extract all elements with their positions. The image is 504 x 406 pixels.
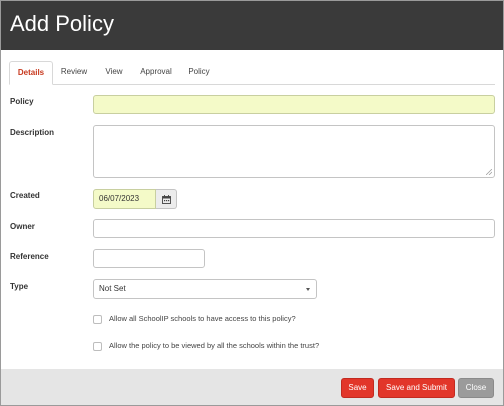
save-button[interactable]: Save <box>341 378 374 398</box>
save-and-submit-button[interactable]: Save and Submit <box>378 378 455 398</box>
tab-review[interactable]: Review <box>54 61 94 83</box>
resize-grip-icon[interactable] <box>486 169 492 175</box>
tab-view[interactable]: View <box>97 61 131 83</box>
policy-input[interactable] <box>93 95 495 114</box>
description-label: Description <box>10 128 55 137</box>
dialog-title: Add Policy <box>10 11 114 36</box>
owner-label: Owner <box>10 222 35 231</box>
reference-input[interactable] <box>93 249 205 268</box>
close-button[interactable]: Close <box>458 378 494 398</box>
description-textarea[interactable] <box>93 125 495 178</box>
allow-all-schools-label: Allow all SchoolIP schools to have acces… <box>109 314 296 323</box>
chevron-down-icon <box>306 288 310 291</box>
type-label: Type <box>10 282 29 291</box>
policy-label: Policy <box>10 97 34 106</box>
owner-input[interactable] <box>93 219 495 238</box>
allow-trust-label: Allow the policy to be viewed by all the… <box>109 341 320 350</box>
reference-label: Reference <box>10 252 49 261</box>
tab-details[interactable]: Details <box>9 61 53 85</box>
allow-all-schools-checkbox[interactable] <box>93 315 102 324</box>
created-date-input[interactable]: 06/07/2023 <box>93 189 156 209</box>
created-label: Created <box>10 191 40 200</box>
calendar-icon <box>162 195 171 204</box>
tab-bar: Details Review View Approval Policy <box>9 61 495 85</box>
date-picker-button[interactable] <box>156 189 177 209</box>
dialog-header: Add Policy <box>1 1 503 50</box>
tab-policy[interactable]: Policy <box>181 61 217 83</box>
allow-trust-checkbox[interactable] <box>93 342 102 351</box>
tab-approval[interactable]: Approval <box>134 61 178 83</box>
type-select-value: Not Set <box>99 284 126 293</box>
add-policy-dialog: Add Policy Details Review View Approval … <box>0 0 504 406</box>
type-select[interactable]: Not Set <box>93 279 317 299</box>
dialog-footer: Save Save and Submit Close <box>1 369 503 405</box>
